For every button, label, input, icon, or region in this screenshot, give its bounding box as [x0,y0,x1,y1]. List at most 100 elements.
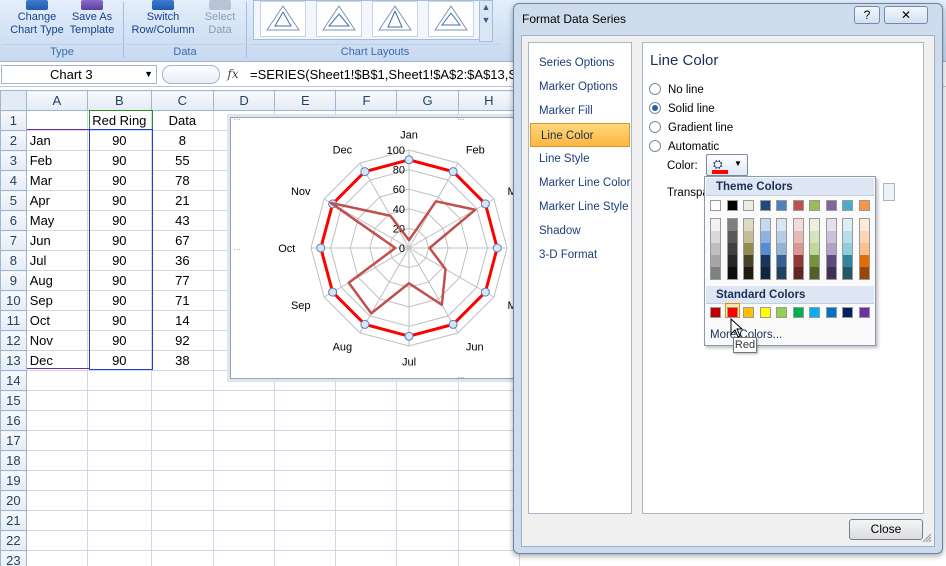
column-header[interactable]: B [86,90,152,111]
cell-c[interactable] [150,530,214,551]
cell-a[interactable]: Jun [25,230,88,251]
theme-shade-swatch[interactable] [760,219,770,231]
theme-color-swatch[interactable] [776,200,787,211]
cell-b[interactable] [86,430,152,451]
cell-b[interactable]: 90 [86,190,152,211]
theme-shade-swatch[interactable] [744,255,753,267]
cell-b[interactable] [86,470,152,491]
theme-shade-swatch[interactable] [777,231,786,243]
cell-b[interactable]: 90 [86,210,152,231]
cell-empty[interactable] [274,410,337,431]
nav-marker-options[interactable]: Marker Options [529,75,631,99]
cell-empty[interactable] [457,510,520,531]
cell-a[interactable] [25,390,88,411]
cell-a[interactable] [25,490,88,511]
nav-line-color[interactable]: Line Color [530,123,630,147]
row-header[interactable]: 13 [0,350,27,371]
nav-shadow[interactable]: Shadow [529,219,631,243]
cell-c[interactable]: 43 [150,210,214,231]
chart-layouts-gallery[interactable] [253,0,485,40]
theme-shade-swatch[interactable] [793,219,803,231]
cell-c[interactable] [150,450,214,471]
theme-shade-swatch[interactable] [727,267,737,279]
cell-c[interactable]: 21 [150,190,214,211]
cell-empty[interactable] [396,430,459,451]
column-header[interactable]: D [212,90,276,111]
standard-color-swatch[interactable] [792,307,804,318]
cell-empty[interactable] [274,470,337,491]
cell-c[interactable]: 67 [150,230,214,251]
theme-shade-swatch[interactable] [744,243,753,255]
theme-shade-swatch[interactable] [727,255,737,267]
theme-shade-swatch[interactable] [826,267,836,279]
help-button[interactable]: ? [854,6,880,24]
cell-c[interactable] [150,410,214,431]
cell-b[interactable] [86,510,152,531]
cell-b[interactable]: 90 [86,350,152,371]
formula-input[interactable]: =SERIES(Sheet1!$B$1,Sheet1!$A$2:$A$13,S [250,65,520,84]
cell-c[interactable]: Data [150,110,214,131]
cell-c[interactable] [150,510,214,531]
cell-a[interactable]: Feb [25,150,88,171]
theme-shade-swatch[interactable] [810,219,819,231]
cell-b[interactable]: 90 [86,330,152,351]
theme-shade-swatch[interactable] [859,231,869,243]
cell-b[interactable] [86,450,152,471]
row-header[interactable]: 20 [0,490,27,511]
cell-empty[interactable] [457,390,520,411]
theme-shade-swatch[interactable] [843,255,852,267]
column-header[interactable]: C [150,90,214,111]
cell-c[interactable] [150,490,214,511]
cell-empty[interactable] [457,470,520,491]
radio-selected-icon[interactable] [649,101,661,114]
close-button[interactable]: Close [849,519,923,540]
insert-function-icon[interactable]: fx [222,65,244,84]
no-line-option[interactable]: No line [649,81,704,99]
row-header[interactable]: 14 [0,370,27,391]
theme-shade-swatch[interactable] [711,231,720,243]
cell-a[interactable] [25,370,88,391]
theme-shade-swatch[interactable] [810,255,819,267]
standard-color-swatch[interactable] [825,307,837,318]
cell-c[interactable] [150,550,214,566]
theme-shade-swatch[interactable] [744,267,753,279]
chart-layout-thumb[interactable] [316,1,362,37]
theme-color-swatch[interactable] [858,200,870,211]
row-header[interactable]: 8 [0,250,27,271]
cell-b[interactable] [86,530,152,551]
theme-shade-swatch[interactable] [760,267,770,279]
theme-color-swatch[interactable] [825,200,837,211]
standard-color-swatch[interactable] [858,307,870,318]
nav-marker-line-color[interactable]: Marker Line Color [529,171,631,195]
theme-shade-swatch[interactable] [843,243,852,255]
nav-3d-format[interactable]: 3-D Format [529,243,631,267]
cell-empty[interactable] [335,490,398,511]
resize-grip-icon[interactable] [922,533,932,543]
row-header[interactable]: 18 [0,450,27,471]
transparency-spinner[interactable] [883,183,895,201]
switch-row-column-button[interactable]: Switch Row/Column [127,0,199,44]
change-chart-type-button[interactable]: Change Chart Type [6,0,68,44]
nav-line-style[interactable]: Line Style [529,147,631,171]
theme-shade-swatch[interactable] [826,219,836,231]
cell-b[interactable]: 90 [86,310,152,331]
cell-a[interactable]: Sep [25,290,88,311]
row-header[interactable]: 12 [0,330,27,351]
cell-empty[interactable] [274,390,337,411]
cell-empty[interactable] [396,550,459,566]
cell-c[interactable]: 71 [150,290,214,311]
cell-empty[interactable] [212,550,276,566]
theme-shade-swatch[interactable] [760,243,770,255]
theme-shade-swatch[interactable] [843,267,852,279]
chart-layout-thumb[interactable] [428,1,474,37]
cell-b[interactable]: 90 [86,150,152,171]
solid-line-option[interactable]: Solid line [649,100,715,118]
cell-empty[interactable] [396,450,459,471]
cell-empty[interactable] [274,430,337,451]
theme-shade-swatch[interactable] [760,255,770,267]
cell-empty[interactable] [396,470,459,491]
theme-shade-swatch[interactable] [760,231,770,243]
cell-empty[interactable] [335,430,398,451]
row-header[interactable]: 23 [0,550,27,566]
theme-shade-swatch[interactable] [744,219,753,231]
